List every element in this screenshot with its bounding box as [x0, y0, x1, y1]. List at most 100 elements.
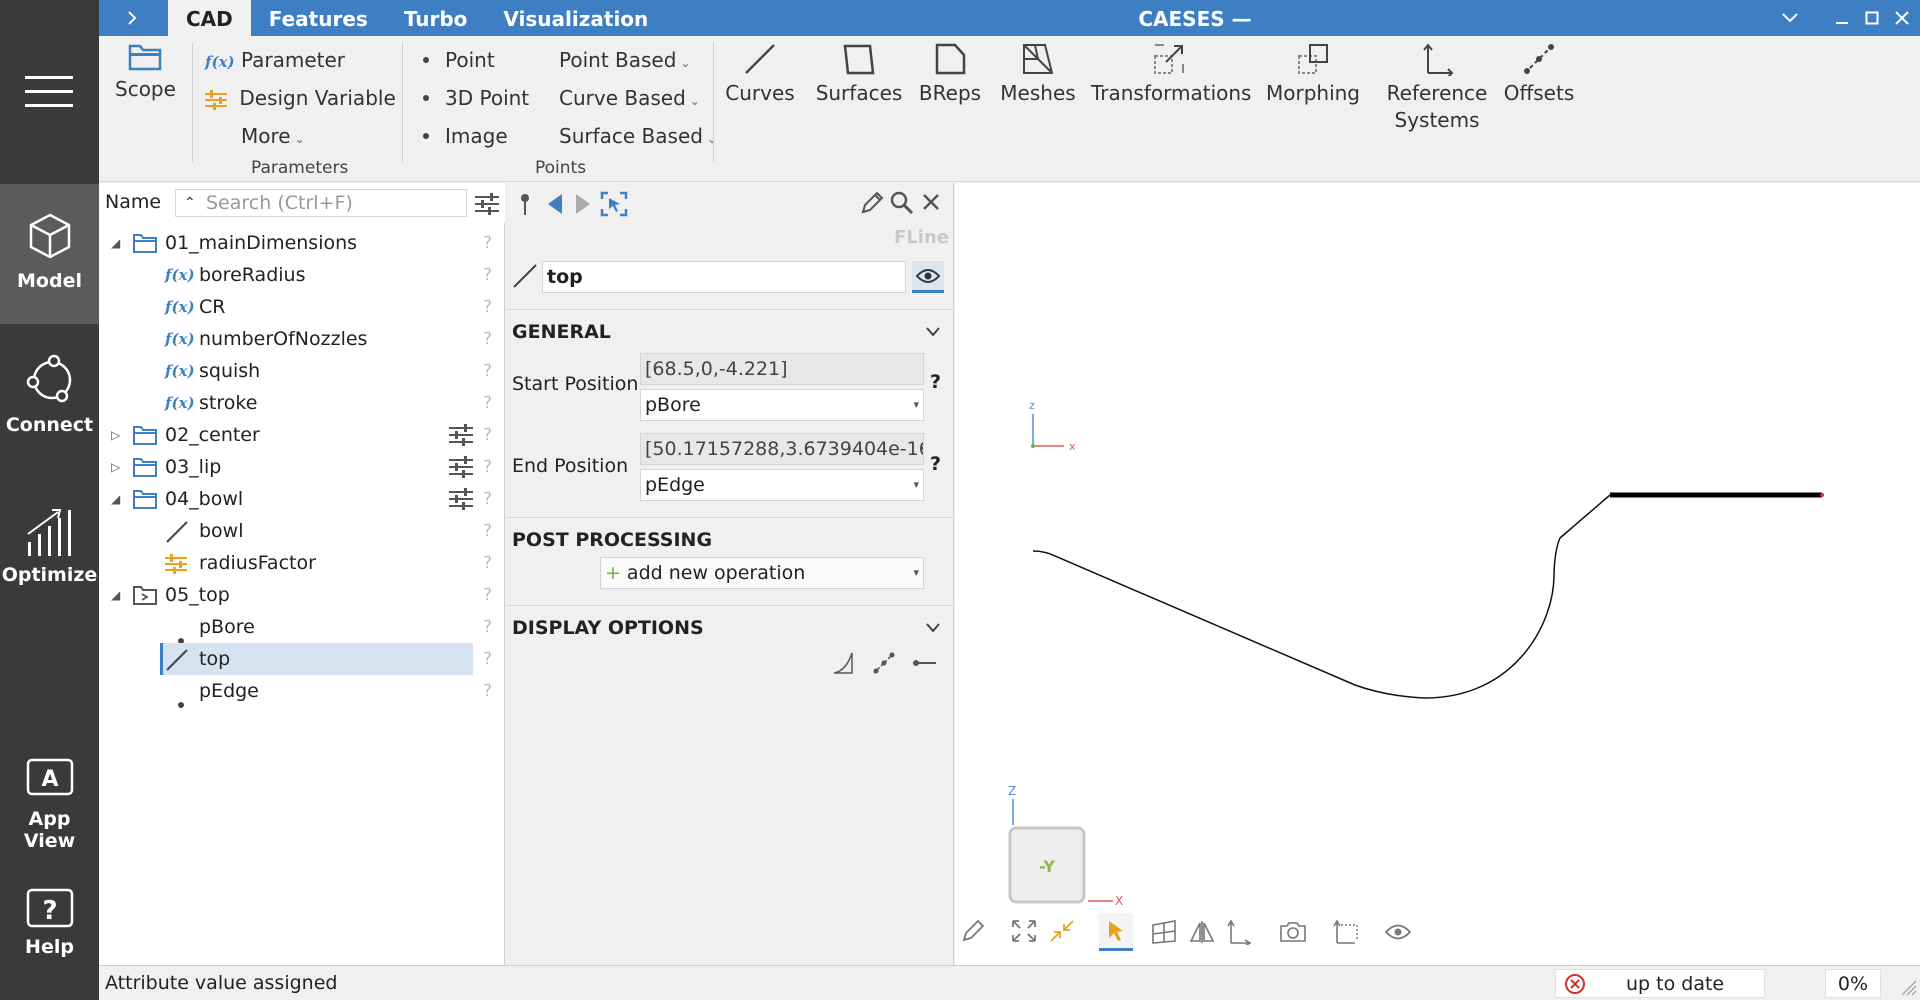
help-question-icon[interactable]: ? — [483, 579, 492, 611]
filter-sliders-icon[interactable] — [475, 193, 499, 215]
help-question-icon[interactable]: ? — [483, 387, 492, 419]
nav-connect[interactable]: Connect — [0, 354, 99, 474]
visibility-eye-icon[interactable] — [1385, 923, 1411, 941]
image-point-button[interactable]: Image — [423, 124, 508, 148]
tree-row[interactable]: ▷ 03_lip? — [99, 451, 499, 483]
edit-pencil-icon[interactable] — [860, 191, 884, 215]
tree-row[interactable]: f(x) squish? — [99, 355, 499, 387]
surface-based-dropdown[interactable]: Surface Based ⌄ — [559, 124, 717, 148]
point-based-dropdown[interactable]: Point Based ⌄ — [559, 48, 690, 72]
help-question-icon[interactable]: ? — [483, 451, 492, 483]
visibility-toggle[interactable] — [912, 261, 944, 293]
tree-row[interactable]: ◢ 01_mainDimensions? — [99, 227, 499, 259]
more-parameters-dropdown[interactable]: More ⌄ — [241, 124, 305, 148]
help-question-icon[interactable]: ? — [483, 643, 492, 675]
tree-row[interactable]: f(x) numberOfNozzles? — [99, 323, 499, 355]
resize-grip-icon[interactable] — [1901, 980, 1917, 996]
expand-toggle-icon[interactable]: ▷ — [111, 419, 120, 451]
tab-cad[interactable]: CAD — [168, 0, 251, 36]
fit-all-icon[interactable] — [1011, 919, 1037, 943]
design-variable-button[interactable]: Design Variable — [205, 86, 396, 110]
help-question-icon[interactable]: ? — [483, 291, 492, 323]
tab-turbo[interactable]: Turbo — [386, 0, 486, 36]
end-position-select[interactable]: pEdge ▾ — [640, 469, 924, 501]
zoom-to-selection-icon[interactable] — [1049, 919, 1075, 943]
axes-view-icon[interactable] — [1225, 919, 1251, 945]
grid-view-icon[interactable] — [1151, 919, 1177, 945]
3d-viewport[interactable]: z x Z X -Y — [955, 183, 1920, 965]
close-window-icon[interactable] — [1882, 0, 1920, 36]
hamburger-menu-icon[interactable] — [25, 74, 73, 114]
tree-row[interactable]: top? — [99, 643, 499, 675]
tree-row[interactable]: ▷ 02_center? — [99, 419, 499, 451]
draw-pencil-icon[interactable] — [961, 919, 985, 943]
tree-row[interactable]: bowl? — [99, 515, 499, 547]
expand-toggle-icon[interactable]: ◢ — [111, 483, 120, 515]
start-position-select[interactable]: pBore ▾ — [640, 389, 924, 421]
tree-row[interactable]: pBore? — [99, 611, 499, 644]
parameter-button[interactable]: f(x) Parameter — [205, 48, 345, 72]
curve-based-dropdown[interactable]: Curve Based ⌄ — [559, 86, 700, 110]
select-tool-button[interactable] — [1099, 913, 1133, 951]
camera-icon[interactable] — [1279, 921, 1307, 943]
tree-row[interactable]: f(x) boreRadius? — [99, 259, 499, 291]
object-name-input[interactable]: top — [542, 261, 906, 293]
nav-app-view[interactable]: A App View — [0, 758, 99, 858]
tree-row[interactable]: ◢ 05_top? — [99, 579, 499, 611]
view-cube[interactable]: Z X -Y — [1008, 784, 1123, 908]
nav-help[interactable]: ? Help — [0, 888, 99, 988]
nav-model[interactable]: Model — [0, 184, 99, 324]
expand-toggle-icon[interactable]: ◢ — [111, 579, 120, 611]
back-arrow-icon[interactable] — [546, 193, 564, 215]
help-question-icon[interactable]: ? — [483, 227, 492, 259]
sort-caret-icon[interactable]: ⌃ — [184, 190, 196, 216]
tree-row[interactable]: radiusFactor? — [99, 547, 499, 579]
tab-visualization[interactable]: Visualization — [485, 0, 666, 36]
offsets-button[interactable]: Offsets — [1497, 42, 1581, 107]
meshes-button[interactable]: Meshes — [993, 42, 1083, 107]
tree-row[interactable]: pEdge? — [99, 675, 499, 708]
mirror-view-icon[interactable] — [1189, 919, 1215, 945]
start-position-help-icon[interactable]: ? — [930, 371, 941, 393]
end-position-help-icon[interactable]: ? — [930, 453, 941, 475]
tree-row[interactable]: ◢ 04_bowl? — [99, 483, 499, 515]
expand-toggle-icon[interactable]: ▷ — [111, 451, 120, 483]
scope-button[interactable]: Scope — [115, 42, 176, 103]
post-processing-section-header[interactable]: POST PROCESSING — [506, 517, 954, 561]
update-state-button[interactable]: up to date — [1555, 969, 1765, 998]
collapse-chevron-icon[interactable] — [926, 623, 940, 633]
curvature-display-icon[interactable] — [832, 651, 856, 675]
show-points-icon[interactable] — [872, 651, 896, 675]
collapse-chevron-icon[interactable] — [926, 327, 940, 337]
expand-toggle-icon[interactable]: ◢ — [111, 227, 120, 259]
help-question-icon[interactable]: ? — [483, 515, 492, 547]
help-question-icon[interactable]: ? — [483, 483, 492, 515]
tree-search-input[interactable]: ⌃ Search (Ctrl+F) — [175, 189, 467, 217]
help-question-icon[interactable]: ? — [483, 419, 492, 451]
show-direction-icon[interactable] — [912, 651, 938, 675]
pin-icon[interactable] — [518, 193, 532, 217]
close-panel-icon[interactable] — [922, 193, 940, 211]
add-new-operation-dropdown[interactable]: + add new operation ▾ — [600, 557, 924, 589]
display-options-section-header[interactable]: DISPLAY OPTIONS — [506, 605, 954, 649]
help-question-icon[interactable]: ? — [483, 675, 492, 707]
window-menu-chevron-icon[interactable] — [1770, 0, 1810, 36]
tree-row[interactable]: f(x) CR? — [99, 291, 499, 323]
nav-optimize[interactable]: Optimize — [0, 504, 99, 624]
help-question-icon[interactable]: ? — [483, 323, 492, 355]
help-question-icon[interactable]: ? — [483, 355, 492, 387]
tree-row[interactable]: f(x) stroke? — [99, 387, 499, 419]
point-button[interactable]: Point — [423, 48, 495, 72]
curves-button[interactable]: Curves — [721, 42, 799, 107]
help-question-icon[interactable]: ? — [483, 259, 492, 291]
tab-features[interactable]: Features — [251, 0, 386, 36]
morphing-button[interactable]: Morphing — [1257, 42, 1369, 107]
name-column-header[interactable]: Name — [105, 191, 161, 213]
viewport-canvas[interactable]: z x Z X -Y — [955, 183, 1920, 965]
forward-arrow-icon[interactable] — [574, 193, 592, 215]
help-question-icon[interactable]: ? — [483, 611, 492, 643]
expand-chevron-icon[interactable] — [100, 0, 164, 36]
reference-systems-button[interactable]: Reference Systems — [1377, 42, 1497, 134]
breps-button[interactable]: BReps — [913, 42, 987, 107]
help-question-icon[interactable]: ? — [483, 547, 492, 579]
